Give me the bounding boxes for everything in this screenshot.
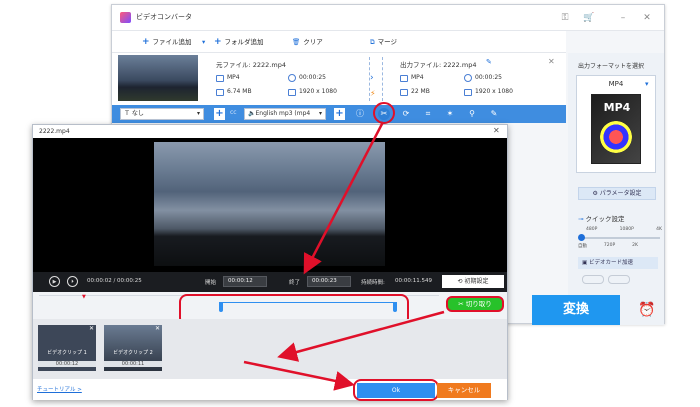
arrow-cut-to-end: [303, 121, 385, 275]
arrow-cut-to-clips: [277, 310, 445, 362]
arrow-to-ok: [243, 360, 355, 391]
annotation-arrows: [243, 121, 445, 391]
